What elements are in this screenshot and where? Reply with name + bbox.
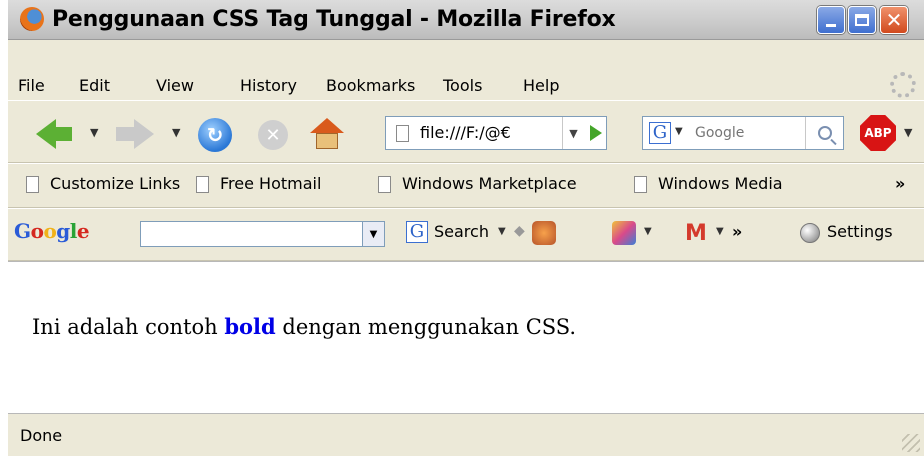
adblock-plus-icon[interactable]: ABP (860, 115, 896, 151)
forward-history-dropdown-icon[interactable]: ▼ (172, 126, 180, 139)
back-history-dropdown-icon[interactable]: ▼ (90, 126, 98, 139)
firefox-logo-icon (20, 7, 44, 31)
menu-help[interactable]: Help (523, 76, 559, 95)
toolbar-separator-icon: ◆ (514, 223, 525, 239)
content-bold-word: bold (224, 314, 276, 339)
google-toolbar: Google ▼ G Search ▼ ◆ ▼ M ▼ » Settings (8, 208, 924, 261)
magnifier-icon (817, 126, 832, 140)
status-text: Done (20, 426, 63, 445)
gmail-icon[interactable]: M (685, 221, 707, 246)
menu-tools[interactable]: Tools (443, 76, 482, 95)
browser-window: Penggunaan CSS Tag Tunggal - Mozilla Fir… (8, 0, 924, 456)
page-content: Ini adalah contoh bold dengan menggunaka… (8, 261, 924, 414)
url-text[interactable]: file:///F:/@€ (420, 123, 560, 142)
back-arrow-icon (36, 119, 56, 149)
throbber-icon (890, 72, 916, 98)
settings-icon[interactable] (800, 223, 820, 243)
google-logo: Google (14, 219, 90, 243)
reload-icon[interactable]: ↻ (198, 118, 232, 152)
page-icon (396, 125, 409, 142)
picasa-icon[interactable] (612, 221, 636, 245)
maximize-button[interactable] (848, 6, 876, 34)
bookmarks-overflow-chevron[interactable]: » (895, 174, 905, 193)
content-paragraph: Ini adalah contoh bold dengan menggunaka… (32, 314, 576, 339)
status-bar: Done (8, 414, 924, 456)
bookmark-page-icon (378, 176, 391, 193)
search-button[interactable] (805, 117, 843, 149)
picasa-dropdown-icon[interactable]: ▼ (644, 226, 652, 237)
minimize-button[interactable] (817, 6, 845, 34)
engine-dropdown-icon[interactable]: ▼ (675, 126, 683, 137)
maximize-icon (855, 14, 869, 26)
gmail-dropdown-icon[interactable]: ▼ (716, 226, 724, 237)
menu-bar: File Edit View History Bookmarks Tools H… (8, 40, 924, 100)
google-g-icon[interactable]: G (406, 221, 428, 243)
content-text-after: dengan menggunakan CSS. (275, 315, 577, 339)
forward-arrow-icon (134, 119, 154, 149)
menu-history[interactable]: History (240, 76, 297, 95)
minimize-icon (826, 23, 836, 27)
bookmarks-toolbar: Customize Links Free Hotmail Windows Mar… (8, 163, 924, 208)
google-search-button[interactable]: Search (434, 222, 489, 241)
bookmark-page-icon (634, 176, 647, 193)
window-title: Penggunaan CSS Tag Tunggal - Mozilla Fir… (52, 7, 616, 32)
bookmark-page-icon (196, 176, 209, 193)
url-dropdown-icon[interactable]: ▼ (562, 117, 584, 149)
google-toolbar-overflow-chevron[interactable]: » (732, 222, 742, 241)
go-icon[interactable] (590, 125, 602, 141)
home-icon[interactable] (310, 118, 344, 150)
back-button[interactable] (36, 119, 76, 149)
news-icon[interactable] (532, 221, 556, 245)
forward-button[interactable] (116, 119, 156, 149)
address-bar[interactable]: file:///F:/@€ ▼ (385, 116, 607, 150)
navigation-toolbar: ▼ ▼ ↻ ✕ file:///F:/@€ ▼ G ▼ ABP ▼ (8, 100, 924, 163)
bookmark-page-icon (26, 176, 39, 193)
menu-edit[interactable]: Edit (79, 76, 110, 95)
search-bar[interactable]: G ▼ (642, 116, 844, 150)
close-icon: ✕ (885, 8, 903, 32)
menu-file[interactable]: File (18, 76, 45, 95)
resize-grip-icon[interactable] (902, 434, 920, 452)
title-bar: Penggunaan CSS Tag Tunggal - Mozilla Fir… (8, 0, 924, 40)
search-input[interactable] (691, 119, 791, 147)
close-button[interactable]: ✕ (880, 6, 908, 34)
stop-icon[interactable]: ✕ (258, 120, 288, 150)
settings-button[interactable]: Settings (827, 222, 893, 241)
google-search-input[interactable]: ▼ (140, 221, 385, 247)
google-search-history-dropdown-icon[interactable]: ▼ (362, 222, 384, 246)
google-engine-icon[interactable]: G (649, 122, 671, 144)
content-text-before: Ini adalah contoh (32, 315, 225, 339)
menu-view[interactable]: View (156, 76, 194, 95)
menu-bookmarks[interactable]: Bookmarks (326, 76, 415, 95)
adblock-dropdown-icon[interactable]: ▼ (904, 126, 912, 139)
google-search-dropdown-icon[interactable]: ▼ (498, 226, 506, 237)
